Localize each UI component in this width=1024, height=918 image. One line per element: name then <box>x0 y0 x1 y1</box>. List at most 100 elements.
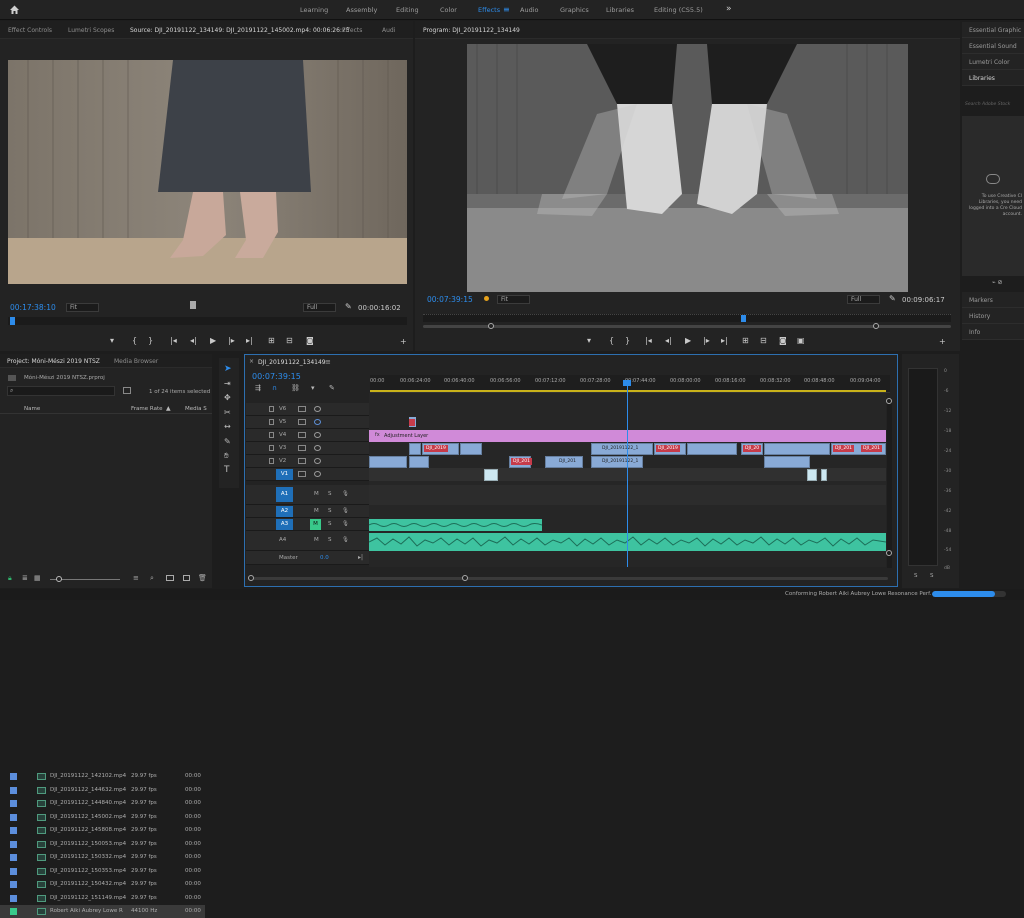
work-area-bar[interactable] <box>370 390 886 392</box>
mic-icon[interactable]: 🎙︎ <box>342 521 349 527</box>
sync-lock-icon[interactable] <box>298 419 306 425</box>
label-color-swatch[interactable] <box>10 854 17 861</box>
workspace-tab-effects[interactable]: Effects <box>478 6 500 14</box>
ripple-edit-tool-icon[interactable]: ✥ <box>224 393 231 402</box>
clip-v3-1[interactable] <box>409 443 421 455</box>
track-header-a4[interactable]: A4 M S 🎙︎ <box>246 531 369 551</box>
panel-info[interactable]: Info <box>962 324 1024 340</box>
program-zoom-bar[interactable] <box>423 323 951 329</box>
export-frame-icon[interactable]: ◙ <box>306 336 314 345</box>
hscroll-handle-right[interactable] <box>462 575 468 581</box>
workspace-tab-color[interactable]: Color <box>440 6 457 14</box>
add-marker-timeline-icon[interactable]: ▾ <box>311 384 315 392</box>
track-header-a1[interactable]: A1 M S 🎙︎ <box>246 485 369 505</box>
razor-tool-icon[interactable]: ✂ <box>224 408 231 417</box>
lock-icon[interactable] <box>269 458 274 464</box>
more-workspaces-icon[interactable]: » <box>726 4 732 14</box>
source-add-button-icon[interactable]: + <box>400 337 407 346</box>
source-scrub-bar[interactable] <box>8 317 407 325</box>
workspace-tab-editing-cs55[interactable]: Editing (CS5.5) <box>654 6 703 14</box>
project-list-item[interactable]: DJI_20191122_144632.mp4 29.97 fps 00:00 <box>0 784 205 797</box>
lock-icon[interactable] <box>269 419 274 425</box>
tab-audio[interactable]: Audi <box>382 27 395 34</box>
track-header-v4[interactable]: V4 <box>246 429 369 442</box>
timeline-playhead-handle[interactable] <box>623 380 631 386</box>
trash-icon[interactable]: 🗑︎ <box>198 574 207 582</box>
slip-tool-icon[interactable]: ↔ <box>224 422 231 431</box>
clip-v2-5[interactable]: DJI_20191122_1 <box>591 456 643 468</box>
project-list-item[interactable]: DJI_20191122_150432.mp4 29.97 fps 00:00 <box>0 878 205 891</box>
snap-icon[interactable]: ∩ <box>272 384 277 392</box>
workspace-tab-editing[interactable]: Editing <box>396 6 419 14</box>
panel-history[interactable]: History <box>962 308 1024 324</box>
solo-button[interactable]: S <box>328 521 332 527</box>
sequence-menu-icon[interactable]: ≡ <box>325 358 331 366</box>
zoom-slider[interactable] <box>50 576 120 582</box>
mute-button-active[interactable]: M <box>310 519 321 530</box>
project-search-input[interactable]: ⌕ <box>7 386 115 396</box>
mic-icon[interactable]: 🎙︎ <box>342 491 349 497</box>
project-list-item[interactable]: DJI_20191122_151149.mp4 29.97 fps 00:00 <box>0 892 205 905</box>
track-header-v5[interactable]: V5 <box>246 416 369 429</box>
program-wrench-icon[interactable]: ✎ <box>889 294 896 303</box>
project-list-item[interactable]: DJI_20191122_150053.mp4 29.97 fps 00:00 <box>0 838 205 851</box>
tab-program[interactable]: Program: DJI_20191122_134149 <box>423 27 520 34</box>
program-go-to-out-icon[interactable]: ▸| <box>721 336 728 345</box>
sync-lock-icon[interactable] <box>298 458 306 464</box>
source-timecode[interactable]: 00:17:38:10 <box>10 303 56 312</box>
clip-v2-2[interactable] <box>409 456 429 468</box>
timeline-settings-icon[interactable]: ✎ <box>329 384 335 392</box>
solo-button[interactable]: S <box>328 491 332 497</box>
list-view-icon[interactable]: ≣ <box>22 574 28 582</box>
tab-lumetri-scopes[interactable]: Lumetri Scopes <box>68 27 114 34</box>
project-list-item[interactable]: DJI_20191122_142102.mp4 29.97 fps 00:00 <box>0 770 205 783</box>
panel-markers[interactable]: Markers <box>962 292 1024 308</box>
tab-source[interactable]: Source: DJI_20191122_134149: DJI_2019112… <box>130 27 350 34</box>
eye-icon[interactable] <box>314 406 321 412</box>
track-area[interactable]: fx Adjustment Layer DJI_2019 DJI_2019112… <box>368 385 887 567</box>
track-select-tool-icon[interactable]: ⇥ <box>224 379 231 388</box>
label-color-swatch[interactable] <box>10 800 17 807</box>
program-mark-in-icon[interactable]: { <box>609 336 614 345</box>
source-fit-select[interactable]: Fit <box>66 303 99 312</box>
column-frame-rate[interactable]: Frame Rate <box>131 406 163 412</box>
mic-icon[interactable]: 🎙︎ <box>342 508 349 514</box>
clip-v3-6[interactable] <box>687 443 737 455</box>
mark-in-icon[interactable]: { <box>132 336 137 345</box>
libraries-footer-icons[interactable]: ⌁ ⊘ <box>992 279 1003 286</box>
home-icon[interactable] <box>9 4 20 15</box>
eye-icon[interactable] <box>314 458 321 464</box>
panel-lumetri-color[interactable]: Lumetri Color <box>962 54 1024 70</box>
column-name[interactable]: Name <box>24 406 40 412</box>
solo-label[interactable]: S <box>930 573 934 579</box>
eye-icon[interactable] <box>314 432 321 438</box>
hand-tool-icon[interactable]: ✋︎ <box>224 451 229 461</box>
clip-v1-2[interactable] <box>807 469 817 481</box>
track-header-v3[interactable]: V3 <box>246 442 369 455</box>
clip-v2-6[interactable] <box>764 456 810 468</box>
workspace-tab-audio[interactable]: Audio <box>520 6 538 14</box>
tab-effect-controls[interactable]: Effect Controls <box>8 27 52 34</box>
program-mark-out-icon[interactable]: } <box>625 336 630 345</box>
label-color-swatch[interactable] <box>10 840 17 848</box>
label-color-swatch[interactable] <box>10 881 17 888</box>
clip-v1-3[interactable] <box>821 469 827 481</box>
label-color-swatch[interactable] <box>10 827 17 834</box>
source-wrench-icon[interactable]: ✎ <box>345 302 352 311</box>
icon-view-icon[interactable]: ▦ <box>34 574 41 582</box>
timeline-timecode[interactable]: 00:07:39:15 <box>252 372 301 381</box>
column-media-start[interactable]: Media S <box>185 406 207 412</box>
program-go-to-in-icon[interactable]: |◂ <box>645 336 652 345</box>
project-list-item[interactable]: DJI_20191122_145002.mp4 29.97 fps 00:00 <box>0 811 205 824</box>
find-icon[interactable]: ⌕ <box>150 574 154 583</box>
tab-media-browser[interactable]: Media Browser <box>114 358 158 365</box>
go-to-in-icon[interactable]: |◂ <box>170 336 177 345</box>
new-bin-footer-icon[interactable] <box>166 575 174 581</box>
panel-libraries[interactable]: Libraries <box>962 70 1024 86</box>
project-list-item[interactable]: DJI_20191122_144840.mp4 29.97 fps 00:00 <box>0 797 205 810</box>
extract-icon[interactable]: ⊟ <box>760 336 767 345</box>
track-label-a2[interactable]: A2 <box>276 506 293 517</box>
lock-icon[interactable] <box>269 445 274 451</box>
step-forward-icon[interactable]: |▸ <box>228 336 235 345</box>
track-target-a1[interactable]: A1 <box>276 487 293 502</box>
